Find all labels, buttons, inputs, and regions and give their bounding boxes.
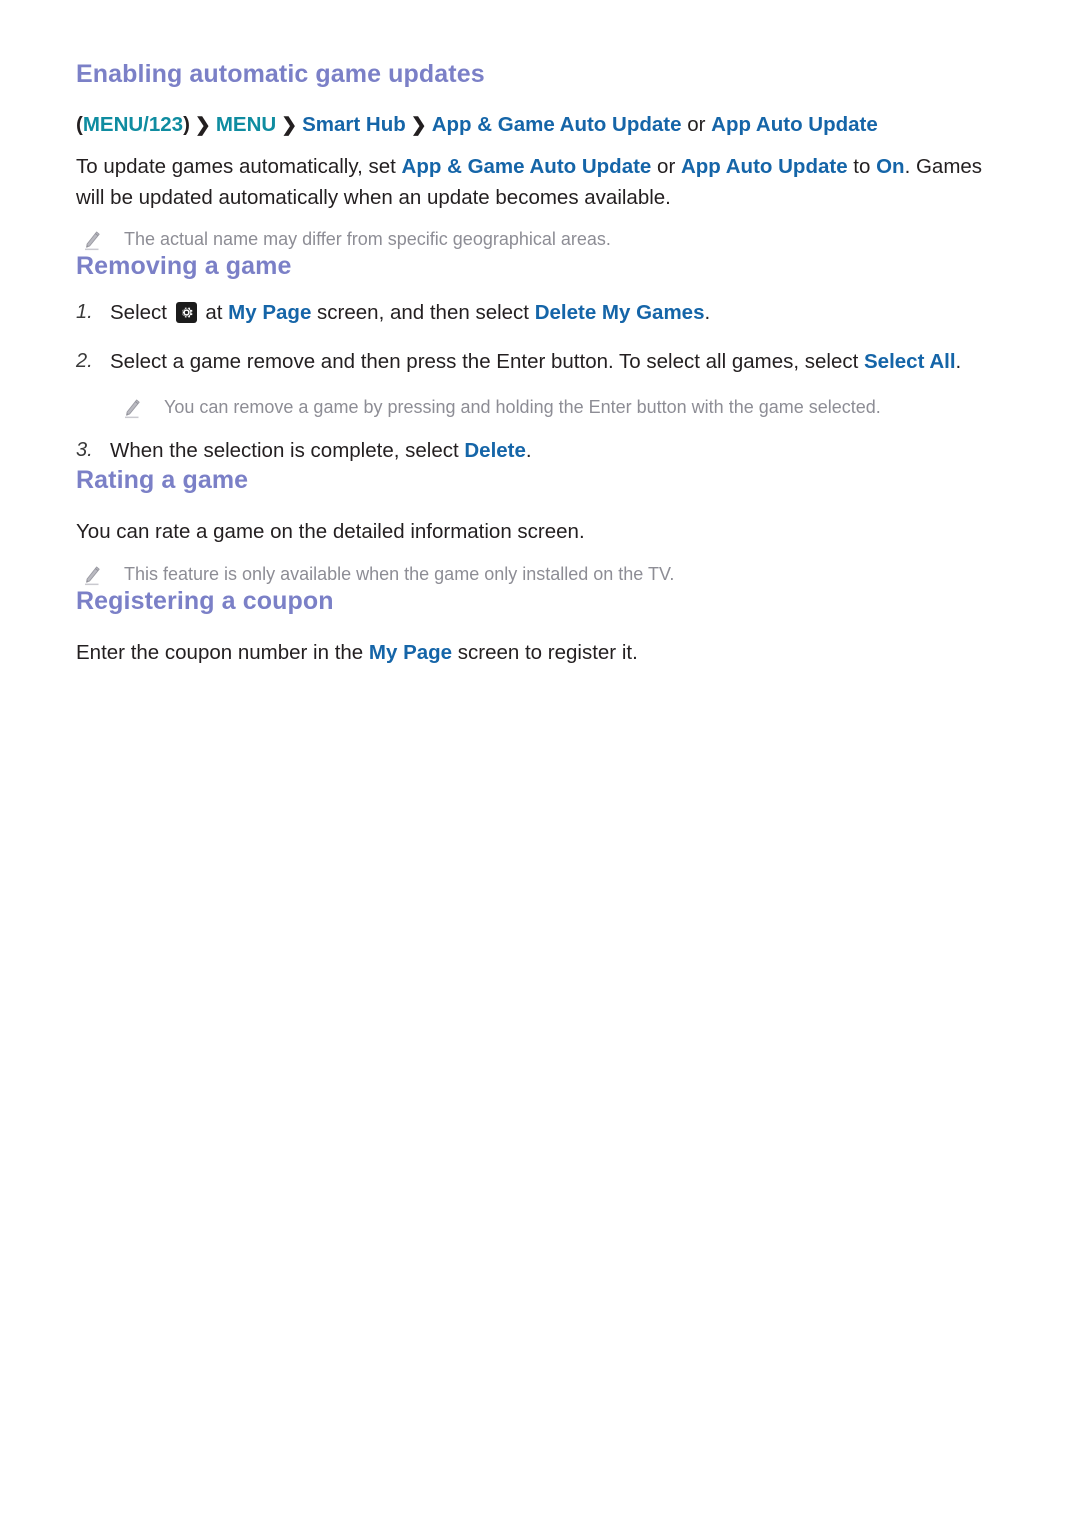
section-rating-a-game: Rating a game You can rate a game on the… <box>76 466 1020 587</box>
step-text: Select a game remove and then press the … <box>110 347 961 377</box>
keyword-on: On <box>876 155 905 179</box>
step-number: 3. <box>76 439 93 462</box>
list-item: 2. Select a game remove and then press t… <box>76 347 1020 377</box>
note-text: The actual name may differ from specific… <box>124 228 611 249</box>
menu-path-breadcrumb: (MENU/123) ❯ MENU ❯ Smart Hub ❯ App & Game Aut… <box>76 112 1020 139</box>
pencil-icon <box>82 565 102 587</box>
section-enabling-automatic-game-updates: Enabling automatic game updates (MENU/12… <box>76 60 1020 252</box>
breadcrumb-smart-hub[interactable]: Smart Hub <box>302 113 406 136</box>
paren-open: ( <box>76 112 83 136</box>
list-item: 3. When the selection is complete, selec… <box>76 436 1020 466</box>
step-text: When the selection is complete, select D… <box>110 436 532 466</box>
manual-page: Enabling automatic game updates (MENU/12… <box>0 0 1080 1527</box>
text-fragment: Enter the coupon number in the <box>76 641 369 665</box>
gear-icon[interactable] <box>175 301 197 323</box>
paragraph-rating: You can rate a game on the detailed info… <box>76 520 585 544</box>
heading-removing-a-game: Removing a game <box>76 252 292 281</box>
text-fragment: or <box>651 155 681 179</box>
text-fragment: . <box>955 350 962 374</box>
text-fragment: screen, and then select <box>311 300 535 324</box>
paren-close: ) <box>183 112 190 136</box>
note-row: This feature is only available when the … <box>76 562 1020 587</box>
keyword-delete-my-games: Delete My Games <box>534 300 705 324</box>
paragraph-enabling: To update games automatically, set App &… <box>76 152 1006 213</box>
keyword-my-page: My Page <box>368 641 453 665</box>
breadcrumb-app-auto-update[interactable]: App Auto Update <box>711 113 878 136</box>
keyword-app-game-auto-update: App & Game Auto Update <box>401 155 652 179</box>
heading-enabling-automatic-game-updates: Enabling automatic game updates <box>76 60 485 88</box>
breadcrumb-menu[interactable]: MENU <box>216 113 276 136</box>
breadcrumb-or: or <box>681 112 712 136</box>
pencil-icon <box>122 398 142 420</box>
section-registering-a-coupon: Registering a coupon Enter the coupon nu… <box>76 587 1020 669</box>
steps-list-removing-cont: 3. When the selection is complete, selec… <box>76 436 1020 466</box>
keyword-app-auto-update: App Auto Update <box>680 155 848 179</box>
keyword-delete: Delete <box>464 439 526 463</box>
text-fragment: . <box>525 439 532 463</box>
chevron-right-icon: ❯ <box>281 114 298 136</box>
note-text: You can remove a game by pressing and ho… <box>164 396 881 417</box>
text-fragment: to <box>847 155 877 179</box>
chevron-right-icon: ❯ <box>410 114 427 136</box>
text-fragment: screen to register it. <box>452 641 638 665</box>
text-fragment: Select a game remove and then press the … <box>110 350 864 374</box>
text-fragment: Select <box>110 300 173 324</box>
text-fragment: at <box>199 300 229 324</box>
note-row: You can remove a game by pressing and ho… <box>76 395 1020 420</box>
list-item: 1. Select at My Page screen, and then se… <box>76 298 1020 328</box>
keyword-my-page: My Page <box>228 300 312 324</box>
paragraph-coupon: Enter the coupon number in the My Page s… <box>76 638 1006 668</box>
step-text: Select at My Page screen, and then selec… <box>110 298 710 328</box>
step-number: 2. <box>76 350 93 373</box>
text-fragment: . <box>704 300 711 324</box>
breadcrumb-menu123[interactable]: MENU/123 <box>83 113 183 136</box>
note-text: This feature is only available when the … <box>124 563 675 584</box>
heading-rating-a-game: Rating a game <box>76 465 249 494</box>
chevron-right-icon: ❯ <box>194 114 211 136</box>
keyword-select-all: Select All <box>864 350 956 374</box>
heading-registering-a-coupon: Registering a coupon <box>76 586 334 615</box>
steps-list-removing: 1. Select at My Page screen, and then se… <box>76 298 1020 377</box>
text-fragment: When the selection is complete, select <box>110 439 465 463</box>
pencil-icon <box>82 230 102 252</box>
note-row: The actual name may differ from specific… <box>76 227 1020 252</box>
section-removing-a-game: Removing a game 1. Select at My Page scr… <box>76 252 1020 466</box>
breadcrumb-app-game-auto-update[interactable]: App & Game Auto Update <box>432 113 682 136</box>
step-number: 1. <box>76 300 93 323</box>
text-fragment: To update games automatically, set <box>76 155 402 179</box>
